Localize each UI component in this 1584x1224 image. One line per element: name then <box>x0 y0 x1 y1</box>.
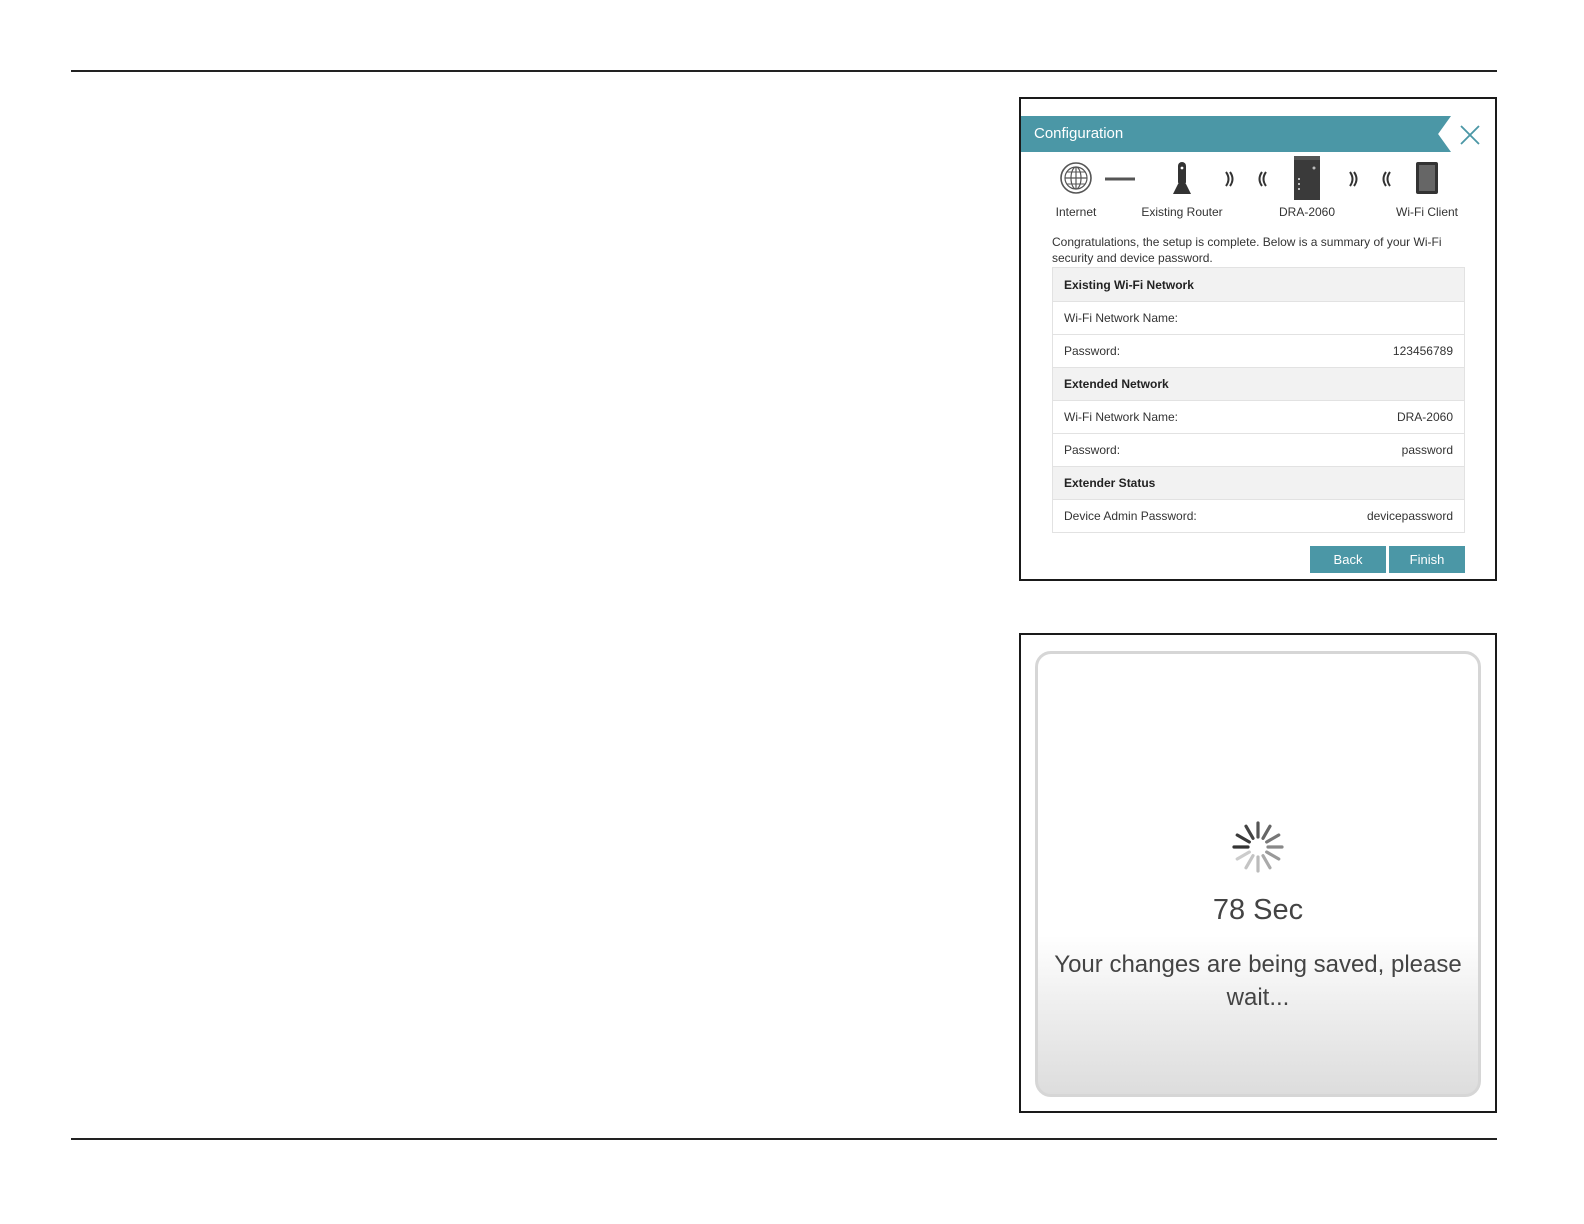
section-existing-network: Existing Wi-Fi Network <box>1053 268 1464 301</box>
router-icon <box>1173 162 1191 194</box>
table-row: Password: password <box>1053 433 1464 466</box>
extended-name-value: DRA-2060 <box>1396 410 1453 424</box>
section-extender-status: Extender Status <box>1053 466 1464 499</box>
wired-link-icon <box>1105 177 1135 181</box>
router-label: Existing Router <box>1141 205 1223 219</box>
configuration-dialog: Configuration Internet Existing Router D… <box>1019 97 1497 581</box>
summary-table: Existing Wi-Fi Network Wi-Fi Network Nam… <box>1052 267 1465 533</box>
diagram-client: Wi-Fi Client <box>1389 155 1465 219</box>
bottom-rule <box>71 1138 1497 1140</box>
existing-password-label: Password: <box>1064 344 1121 358</box>
countdown-seconds: 78 Sec <box>1212 894 1304 926</box>
top-rule <box>71 70 1497 72</box>
extended-name-label: Wi-Fi Network Name: <box>1064 410 1179 424</box>
table-row: Wi-Fi Network Name: DRA-2060 <box>1053 400 1464 433</box>
extended-password-label: Password: <box>1064 443 1121 457</box>
wireless-link-icon <box>1225 171 1267 187</box>
finish-button[interactable]: Finish <box>1389 546 1465 573</box>
admin-password-value: devicepassword <box>1366 509 1453 523</box>
table-row: Wi-Fi Network Name: <box>1053 301 1464 334</box>
setup-complete-message: Congratulations, the setup is complete. … <box>1052 235 1442 265</box>
diagram-internet: Internet <box>1043 155 1109 219</box>
loading-spinner-icon <box>1232 821 1284 873</box>
diagram-router: Existing Router <box>1136 155 1228 219</box>
saving-message: Your changes are being saved, please wai… <box>1054 951 1462 1011</box>
diagram-extender: DRA-2060 <box>1271 155 1343 219</box>
section-title: Existing Wi-Fi Network <box>1064 277 1194 292</box>
extended-password-value: password <box>1401 443 1453 457</box>
close-icon <box>1460 125 1480 145</box>
table-row: Device Admin Password: devicepassword <box>1053 499 1464 532</box>
wireless-link-icon <box>1349 171 1391 187</box>
internet-label: Internet <box>1055 205 1097 219</box>
section-title: Extended Network <box>1064 377 1169 391</box>
saving-dialog: 78 Sec Your changes are being saved, ple… <box>1019 633 1497 1113</box>
saving-card: 78 Sec Your changes are being saved, ple… <box>1035 651 1481 1097</box>
client-label: Wi-Fi Client <box>1396 205 1458 219</box>
globe-icon <box>1060 162 1092 194</box>
section-title: Extender Status <box>1064 476 1156 490</box>
extender-icon <box>1294 156 1320 200</box>
admin-password-label: Device Admin Password: <box>1064 509 1197 523</box>
extender-label: DRA-2060 <box>1278 205 1336 219</box>
network-diagram: Internet Existing Router DRA-2060 Wi-Fi … <box>1021 155 1495 225</box>
existing-name-label: Wi-Fi Network Name: <box>1064 311 1179 325</box>
existing-password-value: 123456789 <box>1392 344 1453 358</box>
dialog-title: Configuration <box>1021 116 1451 152</box>
section-extended-network: Extended Network <box>1053 367 1464 400</box>
back-button[interactable]: Back <box>1310 546 1386 573</box>
tablet-icon <box>1416 162 1438 194</box>
table-row: Password: 123456789 <box>1053 334 1464 367</box>
close-button[interactable] <box>1458 123 1482 147</box>
